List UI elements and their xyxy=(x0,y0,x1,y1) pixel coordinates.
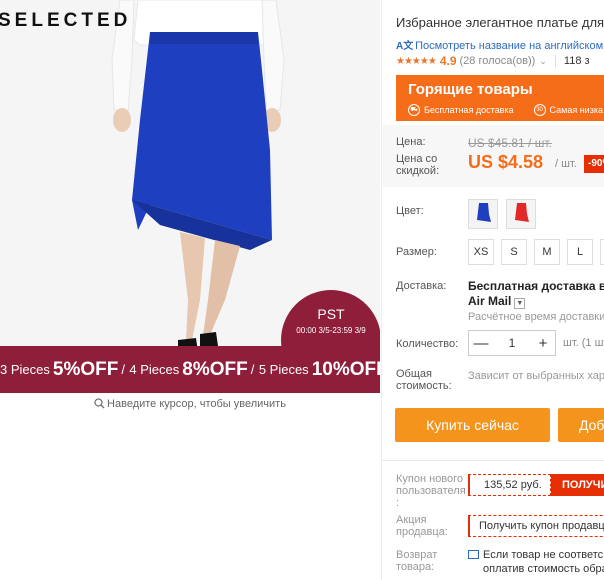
quantity-stepper[interactable]: — 1 + xyxy=(468,330,556,356)
hot-deals-features: ⛟ Бесплатная доставка 30 Самая низка xyxy=(408,104,603,116)
chevron-down-icon[interactable]: ⌄ xyxy=(539,56,547,67)
delivery-value-line1: Бесплатная доставка в Ru xyxy=(468,279,604,293)
size-option-s[interactable]: S xyxy=(501,239,527,265)
chevron-down-icon[interactable]: ▼ xyxy=(514,298,526,309)
promo-dates: 00:00 3/5-23:59 3/9 xyxy=(296,326,366,335)
returns-line1: Если товар не соответс xyxy=(483,549,604,561)
quantity-label: Количество: xyxy=(396,338,459,350)
color-option-blue[interactable] xyxy=(468,199,498,229)
hot-deals-banner: Горящие товары ⛟ Бесплатная доставка 30 … xyxy=(396,75,604,121)
product-page: SELECTED PST 00:00 3/5-23:59 3/9 3 Piece… xyxy=(0,0,604,580)
quantity-increase-button[interactable]: + xyxy=(531,335,555,352)
color-thumb-red xyxy=(507,200,535,228)
magnifier-icon xyxy=(94,398,105,409)
size-label: Размер: xyxy=(396,246,437,258)
promo-pst-label: PST xyxy=(317,306,345,322)
delivery-value-line2: Air Mail xyxy=(468,294,512,308)
rating-row: ★★★★★ 4.9 (28 голоса(ов)) ⌄ 118 з xyxy=(396,54,590,68)
translate-title-link[interactable]: A文 Посмотреть название на английском xyxy=(396,37,603,52)
delivery-label: Доставка: xyxy=(396,280,447,292)
buy-now-button[interactable]: Купить сейчас xyxy=(395,408,550,442)
rating-score: 4.9 xyxy=(439,54,457,68)
product-details: Избранное элегантное платье для A文 Посмо… xyxy=(381,0,604,580)
translate-link-text[interactable]: Посмотреть название на английском xyxy=(415,40,603,52)
rating-stars-icon: ★★★★★ xyxy=(396,55,437,67)
size-option-l[interactable]: L xyxy=(567,239,593,265)
returns-info: Если товар не соответс оплатив стоимость… xyxy=(468,548,604,576)
returns-line2: оплатив стоимость обра xyxy=(483,563,604,575)
days-badge-icon: 30 xyxy=(533,104,546,116)
rating-votes-link[interactable]: (28 голоса(ов)) xyxy=(460,55,536,67)
divider xyxy=(554,55,556,67)
returns-label: Возврат товара: xyxy=(396,549,438,573)
size-option-m[interactable]: M xyxy=(534,239,560,265)
discount-price-label: Цена со скидкой: xyxy=(396,153,440,177)
old-price: US $45.81 / шт. xyxy=(468,136,552,150)
divider xyxy=(382,460,604,461)
new-user-coupon-amount: 135,52 руб. xyxy=(468,474,551,496)
total-label: Общая стоимость: xyxy=(396,368,452,392)
product-title: Избранное элегантное платье для xyxy=(396,15,604,30)
truck-icon: ⛟ xyxy=(408,104,420,116)
orders-count: 118 з xyxy=(563,55,590,67)
add-to-cart-button[interactable]: Доб xyxy=(558,408,604,442)
quantity-decrease-button[interactable]: — xyxy=(469,335,493,352)
color-label: Цвет: xyxy=(396,205,424,217)
seller-promo-label: Акция продавца: xyxy=(396,514,448,538)
discount-price: US $4.58 xyxy=(468,152,544,172)
translate-icon: A文 xyxy=(396,41,414,52)
promo-tier-3-pieces: 5 Pieces xyxy=(258,362,309,377)
zoom-hint-text: Наведите курсор, чтобы увеличить xyxy=(107,398,286,410)
delivery-estimate: Расчётное время доставки: xyxy=(468,311,604,323)
get-coupon-button[interactable]: ПОЛУЧИ xyxy=(551,474,604,496)
new-user-coupon-label: Купон нового пользователя : xyxy=(396,473,466,509)
promo-tier-1-off: 5%OFF xyxy=(52,358,119,380)
brand-logo: SELECTED xyxy=(0,10,132,31)
promo-tier-1-pieces: 3 Pieces xyxy=(0,362,50,377)
promo-tier-2-off: 8%OFF xyxy=(182,358,248,380)
color-option-red[interactable] xyxy=(506,199,536,229)
total-note: Зависит от выбранных хара xyxy=(468,370,604,382)
delivery-method-select[interactable]: Бесплатная доставка в Ru Air Mail▼ xyxy=(468,279,604,309)
lowest-price-label: Самая низка xyxy=(549,105,603,115)
seller-coupon-button[interactable]: Получить купон продавца xyxy=(468,515,604,537)
size-option-xl[interactable]: X xyxy=(600,239,604,265)
promo-tier-2-pieces: 4 Pieces xyxy=(129,362,180,377)
size-option-xs[interactable]: XS xyxy=(468,239,494,265)
product-image-gallery[interactable]: SELECTED PST 00:00 3/5-23:59 3/9 3 Piece… xyxy=(0,0,380,393)
promo-separator: / xyxy=(250,362,255,377)
promo-separator: / xyxy=(121,362,125,377)
free-delivery-label: Бесплатная доставка xyxy=(424,105,514,115)
returns-icon xyxy=(468,550,479,559)
price-label: Цена: xyxy=(396,136,426,148)
promo-tier-3-off: 10%OFF xyxy=(311,358,380,380)
zoom-hint: Наведите курсор, чтобы увеличить xyxy=(0,398,380,410)
quantity-input[interactable]: 1 xyxy=(493,336,531,350)
quantity-available-note: шт. (1 шт xyxy=(563,337,604,349)
color-thumb-blue xyxy=(469,200,497,228)
price-unit: / шт. xyxy=(555,158,577,170)
promo-banner: 3 Pieces 5%OFF / 4 Pieces 8%OFF / 5 Piec… xyxy=(0,346,380,393)
hot-deals-title: Горящие товары xyxy=(408,81,533,98)
discount-badge: -90% xyxy=(584,155,604,173)
